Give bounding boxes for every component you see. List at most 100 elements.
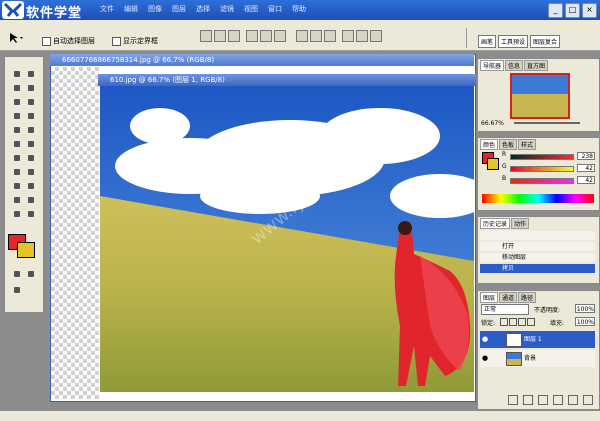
healing-brush-tool-icon[interactable] (11, 111, 23, 122)
distribute-vcenter-icon[interactable] (310, 30, 322, 42)
tab-styles[interactable]: 样式 (518, 139, 537, 150)
link-layers-icon[interactable] (508, 395, 518, 405)
eye-icon[interactable]: ● (482, 336, 488, 343)
tab-layer-comps[interactable]: 图层复合 (530, 35, 561, 48)
tab-color[interactable]: 颜色 (480, 139, 499, 150)
dodge-tool-icon[interactable] (25, 153, 37, 164)
shape-tool-icon[interactable] (25, 181, 37, 192)
tab-brushes[interactable]: 画笔 (478, 35, 497, 48)
menu-layer[interactable]: 图层 (172, 4, 186, 14)
menu-edit[interactable]: 编辑 (124, 4, 138, 14)
auto-select-layer-option[interactable]: 自动选择图层 (42, 36, 95, 46)
path-selection-tool-icon[interactable] (11, 167, 23, 178)
color-bg-swatch[interactable] (487, 158, 499, 170)
auto-select-layer-checkbox[interactable] (42, 36, 51, 46)
brush-tool-icon[interactable] (25, 111, 37, 122)
blue-channel-slider[interactable] (510, 178, 574, 184)
menu-view[interactable]: 视图 (244, 4, 258, 14)
close-button[interactable]: × (582, 3, 597, 18)
menu-help[interactable]: 帮助 (292, 4, 306, 14)
menu-select[interactable]: 选择 (196, 4, 210, 14)
tab-channels[interactable]: 通道 (499, 292, 518, 303)
history-brush-tool-icon[interactable] (25, 125, 37, 136)
layer-style-icon[interactable] (523, 395, 533, 405)
align-vcenter-icon[interactable] (214, 30, 226, 42)
screen-mode-icon[interactable] (25, 269, 37, 280)
menu-file[interactable]: 文件 (100, 4, 114, 14)
green-channel-value[interactable]: 42 (577, 164, 595, 172)
red-channel-value[interactable]: 238 (577, 152, 595, 160)
align-hcenter-icon[interactable] (260, 30, 272, 42)
tab-info[interactable]: 信息 (505, 60, 524, 71)
layer-row-background[interactable]: ● 背景 (480, 350, 595, 367)
new-group-icon[interactable] (553, 395, 563, 405)
lasso-tool-icon[interactable] (11, 83, 23, 94)
menu-image[interactable]: 图像 (148, 4, 162, 14)
image-canvas[interactable]: www.rjxt.com (100, 86, 474, 392)
tab-paths[interactable]: 路径 (518, 292, 537, 303)
tab-history[interactable]: 历史记录 (480, 218, 511, 229)
history-item-copy[interactable]: 拷贝 (480, 264, 595, 273)
navigator-zoom-value[interactable]: 66.67% (481, 120, 504, 127)
eraser-tool-icon[interactable] (11, 139, 23, 150)
move-tool-icon[interactable] (8, 32, 24, 44)
history-item-open[interactable]: 打开 (480, 242, 595, 251)
align-left-icon[interactable] (246, 30, 258, 42)
navigator-zoom-slider[interactable] (514, 122, 580, 124)
distribute-right-icon[interactable] (370, 30, 382, 42)
marquee-tool-icon[interactable] (11, 69, 23, 80)
quick-mask-icon[interactable] (11, 269, 23, 280)
distribute-bottom-icon[interactable] (324, 30, 336, 42)
align-bottom-icon[interactable] (228, 30, 240, 42)
menu-window[interactable]: 窗口 (268, 4, 282, 14)
align-right-icon[interactable] (274, 30, 286, 42)
color-spectrum-bar[interactable] (482, 194, 594, 203)
zoom-tool-icon[interactable] (25, 209, 37, 220)
gradient-tool-icon[interactable] (25, 139, 37, 150)
opacity-input[interactable]: 100% (575, 304, 595, 313)
minimize-button[interactable]: _ (548, 3, 563, 18)
notes-tool-icon[interactable] (11, 195, 23, 206)
menu-filter[interactable]: 滤镜 (220, 4, 234, 14)
hand-tool-icon[interactable] (11, 209, 23, 220)
tab-histogram[interactable]: 直方图 (524, 60, 549, 71)
tab-navigator[interactable]: 导航器 (480, 60, 505, 71)
history-item-move-layer[interactable]: 移动图层 (480, 253, 595, 262)
pen-tool-icon[interactable] (11, 181, 23, 192)
lock-position-icon[interactable] (518, 318, 526, 326)
lock-transparency-icon[interactable] (500, 318, 508, 326)
clone-stamp-tool-icon[interactable] (11, 125, 23, 136)
type-tool-icon[interactable] (25, 167, 37, 178)
background-color-swatch[interactable] (17, 242, 35, 258)
lock-image-icon[interactable] (509, 318, 517, 326)
slice-tool-icon[interactable] (25, 97, 37, 108)
document-back-title[interactable]: 66607766866758314.jpg @ 66.7% (RGB/8) (50, 54, 474, 66)
jump-to-imageready-icon[interactable] (11, 285, 23, 296)
blur-tool-icon[interactable] (11, 153, 23, 164)
navigator-thumbnail[interactable] (510, 73, 570, 119)
eye-icon[interactable]: ● (482, 355, 488, 362)
red-channel-slider[interactable] (510, 154, 574, 160)
show-bounds-option[interactable]: 显示定界框 (112, 36, 158, 46)
blend-mode-select[interactable]: 正常 (481, 304, 529, 315)
move-tool-icon[interactable] (25, 69, 37, 80)
layer-mask-icon[interactable] (538, 395, 548, 405)
layer-row-layer1[interactable]: ● 图层 1 (480, 331, 595, 348)
tab-actions[interactable]: 动作 (511, 218, 530, 229)
history-snapshot-row[interactable] (480, 231, 595, 240)
eyedropper-tool-icon[interactable] (25, 195, 37, 206)
lock-all-icon[interactable] (527, 318, 535, 326)
magic-wand-tool-icon[interactable] (25, 83, 37, 94)
tab-layers[interactable]: 图层 (480, 292, 499, 303)
maximize-button[interactable]: □ (565, 3, 580, 18)
show-bounds-checkbox[interactable] (112, 36, 121, 46)
tab-swatches[interactable]: 色板 (499, 139, 518, 150)
distribute-top-icon[interactable] (296, 30, 308, 42)
align-top-icon[interactable] (200, 30, 212, 42)
delete-layer-icon[interactable] (583, 395, 593, 405)
tab-tool-presets[interactable]: 工具预设 (498, 35, 529, 48)
fill-input[interactable]: 100% (575, 317, 595, 326)
new-layer-icon[interactable] (568, 395, 578, 405)
document-front-title[interactable]: 610.jpg @ 66.7% (图层 1, RGB/8) (98, 74, 476, 86)
crop-tool-icon[interactable] (11, 97, 23, 108)
